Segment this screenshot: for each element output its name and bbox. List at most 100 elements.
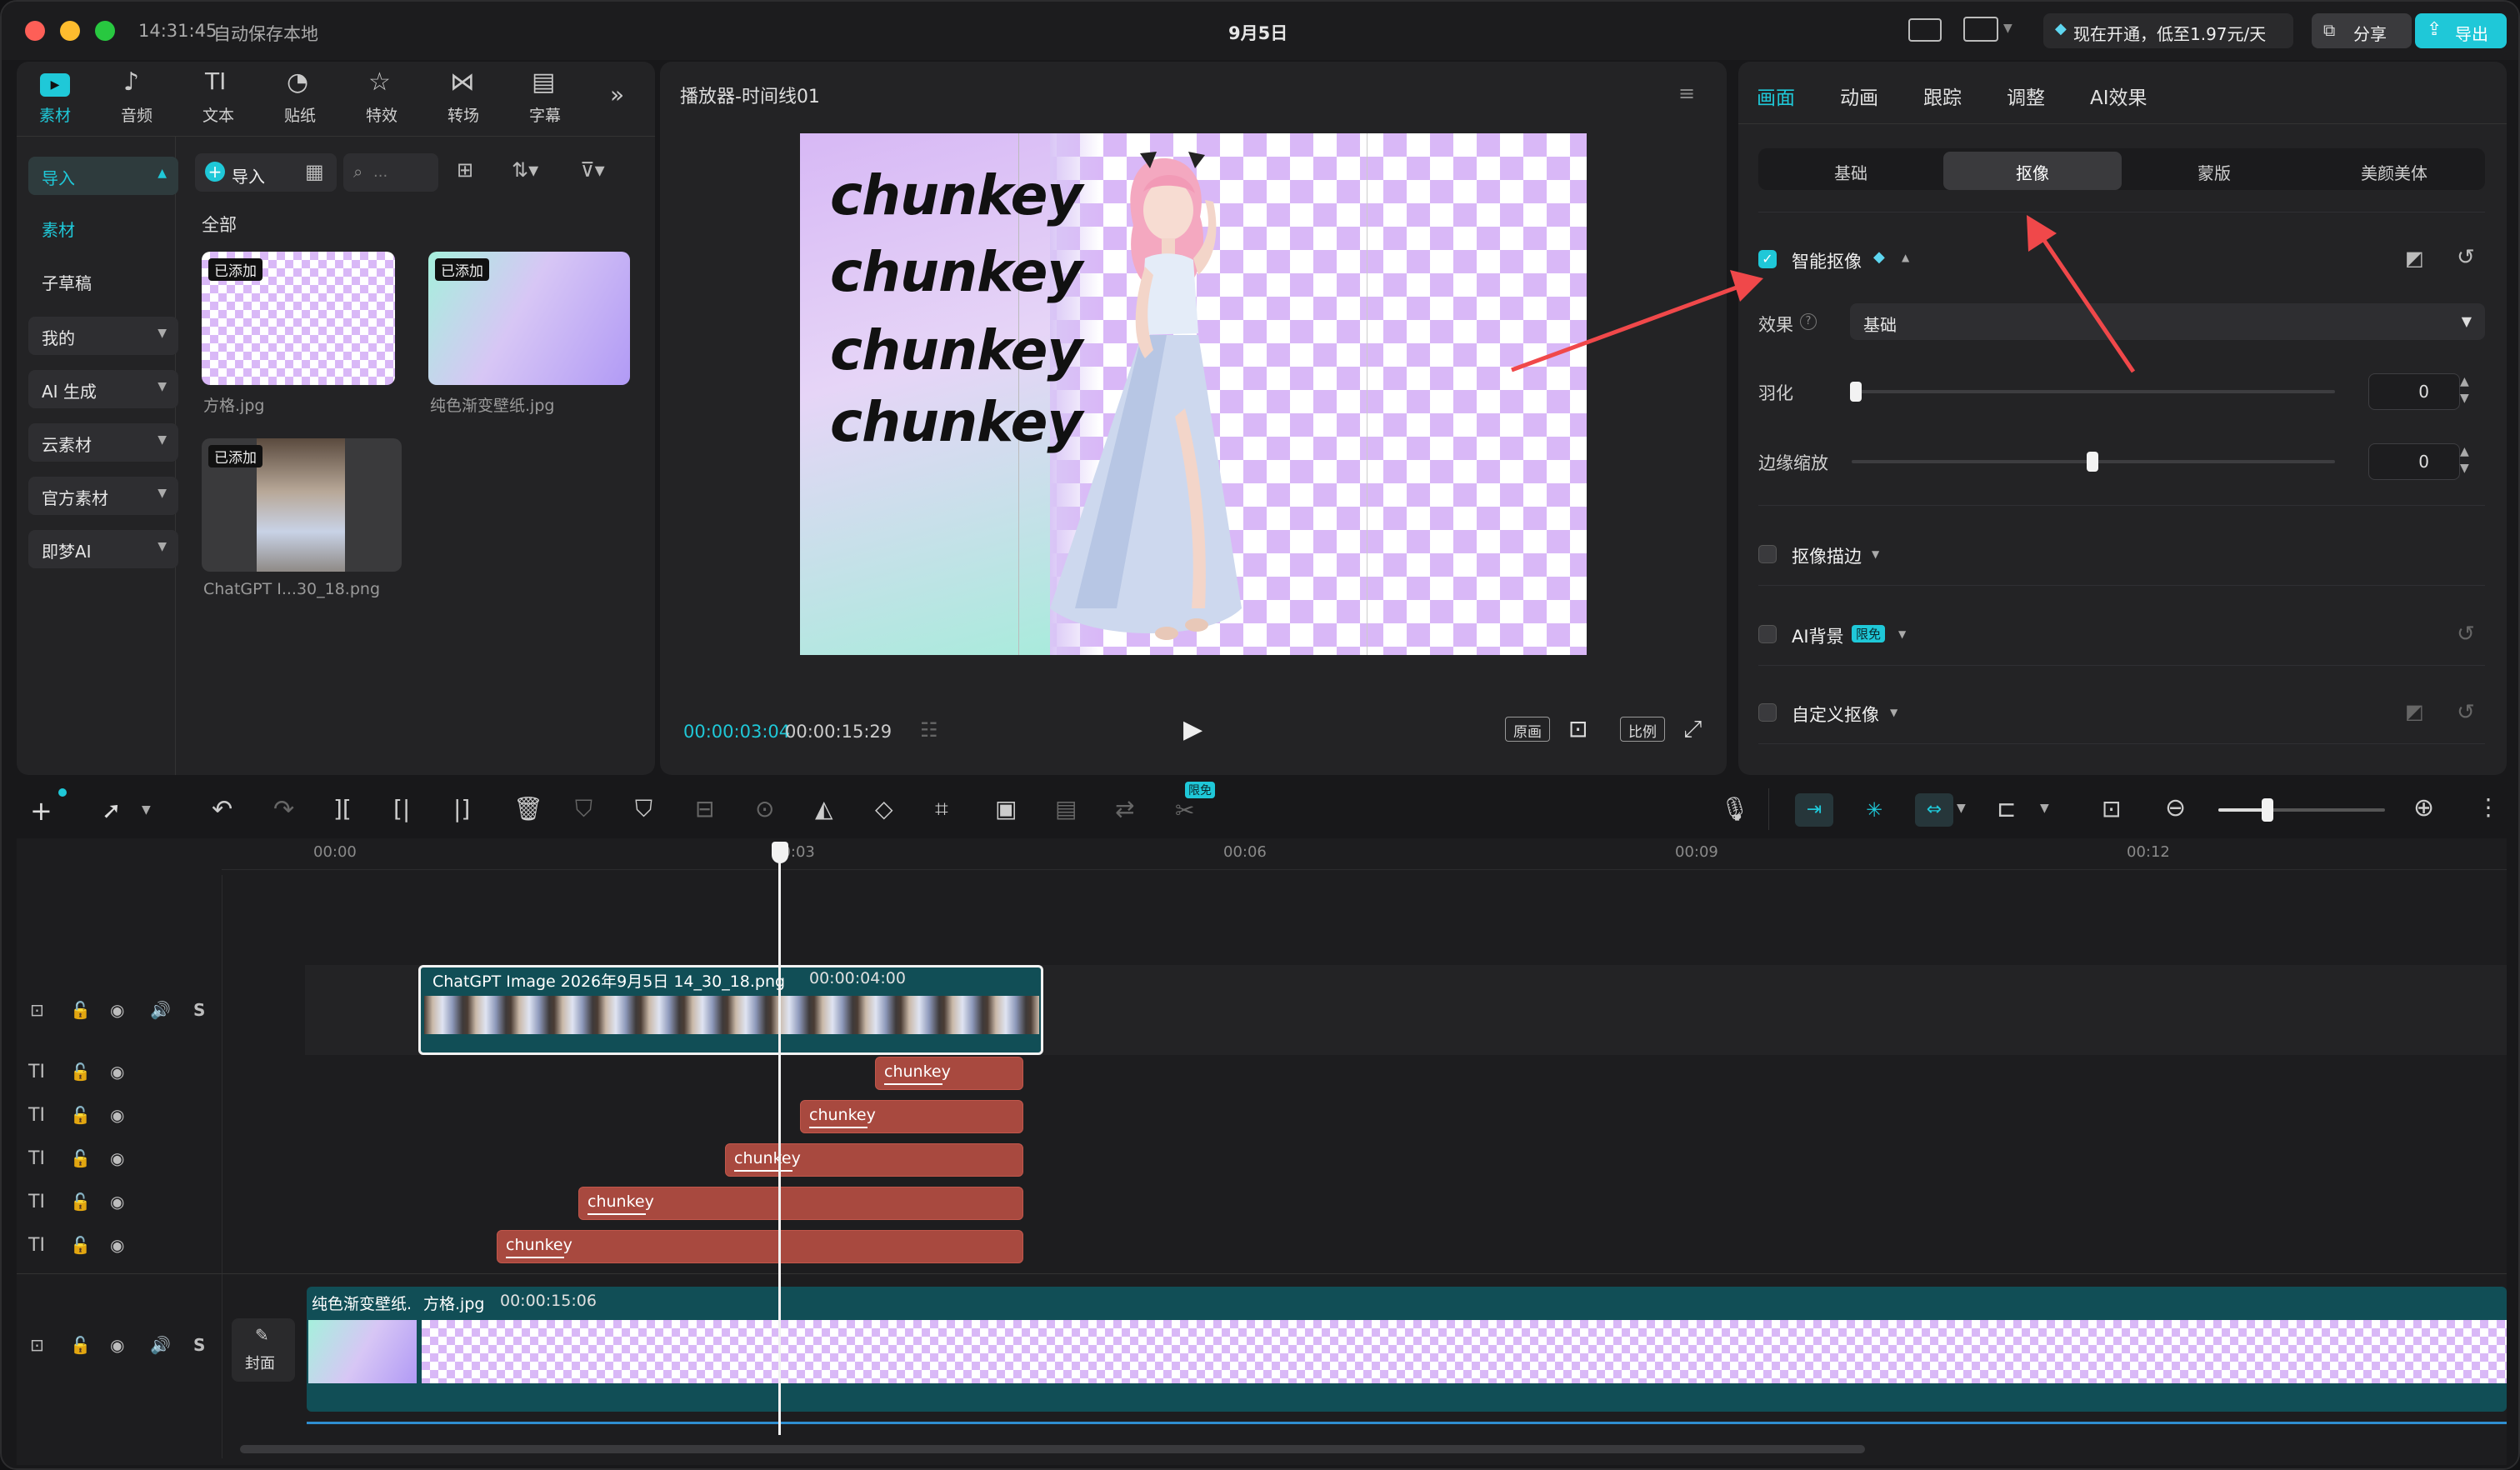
rotate-icon[interactable]: ◇ [875, 795, 893, 822]
text-track-icon: TI [28, 1105, 45, 1126]
subtitle-edit-icon[interactable]: ▤ [1055, 795, 1077, 822]
track-divider [17, 1273, 2507, 1274]
timeline-scrollbar[interactable] [240, 1445, 1865, 1453]
eye-icon[interactable]: ◉ [110, 1148, 124, 1168]
text-track-icon: TI [28, 1148, 45, 1169]
app-window: 14:31:45 自动保存本地 9月5日 ▼ ◆ 现在开通，低至1.97元/天 … [0, 0, 2520, 1470]
text-track-icon: TI [28, 1062, 45, 1082]
redo-icon[interactable]: ↷ [273, 795, 294, 824]
split-icon[interactable]: ][ [333, 795, 352, 822]
solo-icon[interactable]: S [193, 1000, 205, 1020]
clip-name: 方格.jpg [423, 1295, 485, 1313]
clip-filmstrip [424, 996, 1039, 1034]
lock-icon[interactable]: 🔓 [70, 1105, 91, 1125]
eye-icon[interactable]: ◉ [110, 1235, 124, 1255]
checker-clip-thumbnail [422, 1320, 2507, 1383]
cover-button[interactable]: ✎ 封面 [232, 1318, 295, 1382]
cover-label: 封面 [245, 1355, 275, 1372]
eye-icon[interactable]: ◉ [110, 1192, 124, 1212]
clip-name: 纯色渐变壁纸. [312, 1295, 412, 1313]
volume-icon[interactable]: 🔊 [150, 1335, 171, 1355]
scissors-icon[interactable]: ✂ [1175, 797, 1194, 824]
text-clip-underline [506, 1257, 564, 1258]
video-track-icon: ⊡ [30, 1000, 44, 1020]
text-clip-underline [734, 1170, 792, 1172]
play-speed-icon[interactable]: ⊙ [755, 795, 774, 822]
zoom-in-icon[interactable]: ⊕ [2413, 793, 2434, 822]
crop-icon[interactable]: ⌗ [935, 795, 948, 823]
lock-icon[interactable]: 🔓 [70, 1335, 91, 1355]
smart-crop-icon[interactable]: ▣ [995, 795, 1017, 822]
chevron-down-icon[interactable]: ▼ [142, 803, 151, 817]
annotation-arrow-line [2039, 235, 2136, 373]
zoom-slider-handle[interactable] [2262, 798, 2273, 822]
main-image-clip[interactable]: ChatGPT Image 2026年9月5日 14_30_18.png 00:… [418, 965, 1043, 1055]
text-clip[interactable]: chunkey [725, 1143, 1023, 1177]
eye-icon[interactable]: ◉ [110, 1335, 124, 1355]
playhead-handle[interactable] [772, 842, 788, 863]
eye-icon[interactable]: ◉ [110, 1062, 124, 1082]
toolbar-divider [1768, 788, 1769, 830]
zoom-slider-fill [2218, 808, 2268, 812]
chevron-down-icon[interactable]: ▼ [2040, 802, 2049, 815]
text-clip-label: chunkey [506, 1236, 572, 1254]
snap-icon[interactable]: ⇥ [1795, 793, 1833, 827]
text-track-icon: TI [28, 1192, 45, 1212]
lock-icon[interactable]: 🔓 [70, 1192, 91, 1212]
text-clip[interactable]: chunkey [497, 1230, 1023, 1263]
text-clip-label: chunkey [809, 1106, 876, 1124]
text-clip-label: chunkey [588, 1192, 654, 1211]
gradient-clip[interactable]: 纯色渐变壁纸. [308, 1288, 418, 1408]
text-clip[interactable]: chunkey [578, 1187, 1023, 1220]
shield-icon[interactable]: ⛉ [635, 795, 652, 823]
magnet-icon[interactable]: ✳ [1855, 793, 1893, 827]
undo-icon[interactable]: ↶ [212, 795, 232, 824]
annotation-arrowhead [1730, 270, 1763, 302]
annotation-arrow-line [1511, 282, 1744, 372]
ruler-mark: 00:12 [2127, 843, 2170, 861]
free-badge: 限免 [1185, 782, 1215, 798]
text-clip-underline [809, 1127, 868, 1128]
pencil-icon: ✎ [255, 1325, 269, 1345]
text-clip-underline [588, 1213, 646, 1215]
text-clip-label: chunkey [734, 1149, 801, 1168]
lock-icon[interactable]: 🔓 [70, 1235, 91, 1255]
ruler-mark: 00:00 [313, 843, 357, 861]
shield-check-icon[interactable]: ⛉ [575, 795, 592, 823]
solo-icon[interactable]: S [193, 1335, 205, 1355]
gradient-clip-thumbnail [308, 1320, 417, 1383]
text-clip[interactable]: chunkey [875, 1057, 1023, 1090]
add-track-icon[interactable]: + [30, 795, 52, 827]
delete-icon[interactable]: 🗑 [513, 795, 543, 822]
eye-icon[interactable]: ◉ [110, 1105, 124, 1125]
timeline-toolbar: + ➚ ▼ ↶ ↷ ][ [| |] 🗑 ⛉ ⛉ ⊟ ⊙ ◭ ◇ ⌗ ▣ ▤ ⇄… [17, 782, 2507, 838]
preview-axis-icon[interactable]: ⊏ [1997, 795, 2016, 822]
replace-icon[interactable]: ⇄ [1115, 795, 1134, 822]
lock-icon[interactable]: 🔓 [70, 1062, 91, 1082]
eye-icon[interactable]: ◉ [110, 1000, 124, 1020]
clip-duration: 00:00:15:06 [500, 1292, 597, 1310]
freeze-frame-icon[interactable]: ⊟ [695, 795, 714, 822]
lock-icon[interactable]: 🔓 [70, 1148, 91, 1168]
volume-icon[interactable]: 🔊 [150, 1000, 171, 1020]
ruler-mark: 00:06 [1223, 843, 1267, 861]
text-clip[interactable]: chunkey [800, 1100, 1023, 1133]
audio-line [307, 1422, 2507, 1424]
zoom-out-icon[interactable]: ⊖ [2165, 793, 2186, 822]
chevron-down-icon[interactable]: ▼ [1957, 802, 1966, 815]
clip-duration: 00:00:04:00 [809, 969, 906, 988]
lock-icon[interactable]: 🔓 [70, 1000, 91, 1020]
microphone-icon[interactable]: 🎙 [1720, 795, 1750, 822]
more-options-icon[interactable]: ⋮ [2477, 793, 2500, 821]
checker-clip[interactable]: 方格.jpg 00:00:15:06 [422, 1288, 2507, 1408]
fit-timeline-icon[interactable]: ⊡ [2102, 795, 2121, 822]
split-left-icon[interactable]: [| [393, 795, 410, 822]
text-clip-underline [884, 1083, 942, 1085]
mirror-icon[interactable]: ◭ [815, 795, 833, 822]
link-icon[interactable]: ⇔ [1915, 793, 1953, 827]
split-right-icon[interactable]: |] [453, 795, 470, 822]
annotation-arrowhead [2027, 215, 2057, 252]
text-track-icon: TI [28, 1235, 45, 1256]
playhead[interactable] [778, 848, 781, 1435]
select-tool-icon[interactable]: ➚ [102, 797, 121, 824]
